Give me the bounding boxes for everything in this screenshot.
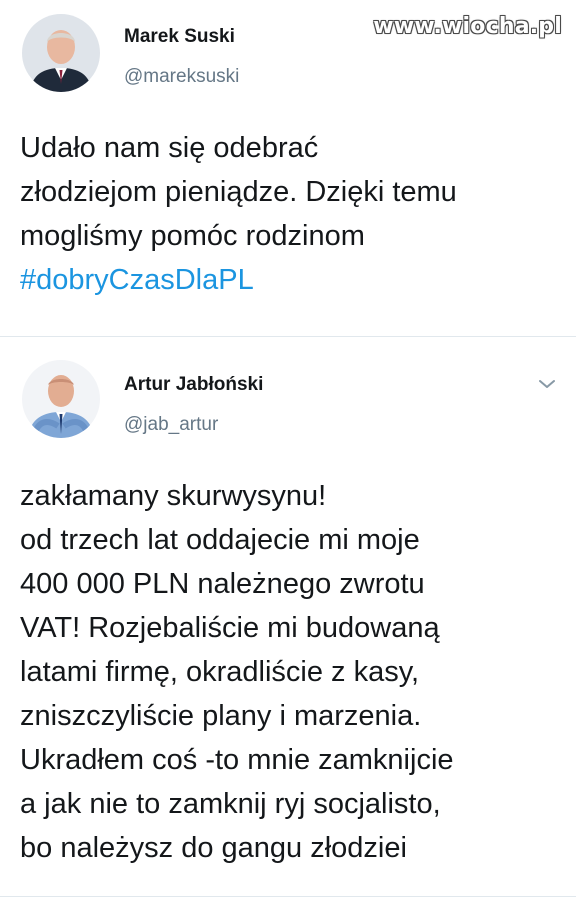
tweet-text-line: a jak nie to zamknij ryj socjalisto, <box>20 788 441 820</box>
tweet-marek-suski: Marek Suski @mareksuski Udało nam się od… <box>0 0 576 330</box>
user-handle[interactable]: @jab_artur <box>124 414 218 436</box>
bottom-divider <box>0 896 576 897</box>
avatar[interactable] <box>22 14 100 92</box>
display-name[interactable]: Marek Suski <box>124 26 235 48</box>
tweet-text-line: 400 000 PLN należnego zwrotu <box>20 568 425 600</box>
tweet-text-line: zniszczyliście plany i marzenia. <box>20 700 422 732</box>
tweet-text-line: złodziejom pieniądze. Dzięki temu <box>20 176 457 208</box>
avatar[interactable] <box>22 360 100 438</box>
tweet-text-line: bo należysz do gangu złodziei <box>20 832 407 864</box>
tweet-text-line: VAT! Rozjebaliście mi budowaną <box>20 612 440 644</box>
tweet-text-line: Ukradłem coś -to mnie zamknijcie <box>20 744 454 776</box>
display-name[interactable]: Artur Jabłoński <box>124 374 263 396</box>
tweet-text: Udało nam się odebrać złodziejom pieniąd… <box>20 126 560 302</box>
user-handle[interactable]: @mareksuski <box>124 66 239 88</box>
chevron-down-icon[interactable] <box>538 378 556 390</box>
tweet-text: zakłamany skurwysynu! od trzech lat odda… <box>20 474 560 870</box>
person-photo-avatar-icon <box>22 14 100 92</box>
tweet-divider <box>0 336 576 337</box>
tweet-text-line: Udało nam się odebrać <box>20 132 319 164</box>
tweet-text-line: latami firmę, okradliście z kasy, <box>20 656 420 688</box>
tweet-text-line: mogliśmy pomóc rodzinom <box>20 220 365 252</box>
person-photo-avatar-icon <box>22 360 100 438</box>
hashtag-link[interactable]: #dobryCzasDlaPL <box>20 258 560 302</box>
tweet-text-line: zakłamany skurwysynu! <box>20 480 327 512</box>
tweet-text-line: od trzech lat oddajecie mi moje <box>20 524 420 556</box>
tweet-artur-jablonski: Artur Jabłoński @jab_artur zakłamany sku… <box>0 340 576 900</box>
